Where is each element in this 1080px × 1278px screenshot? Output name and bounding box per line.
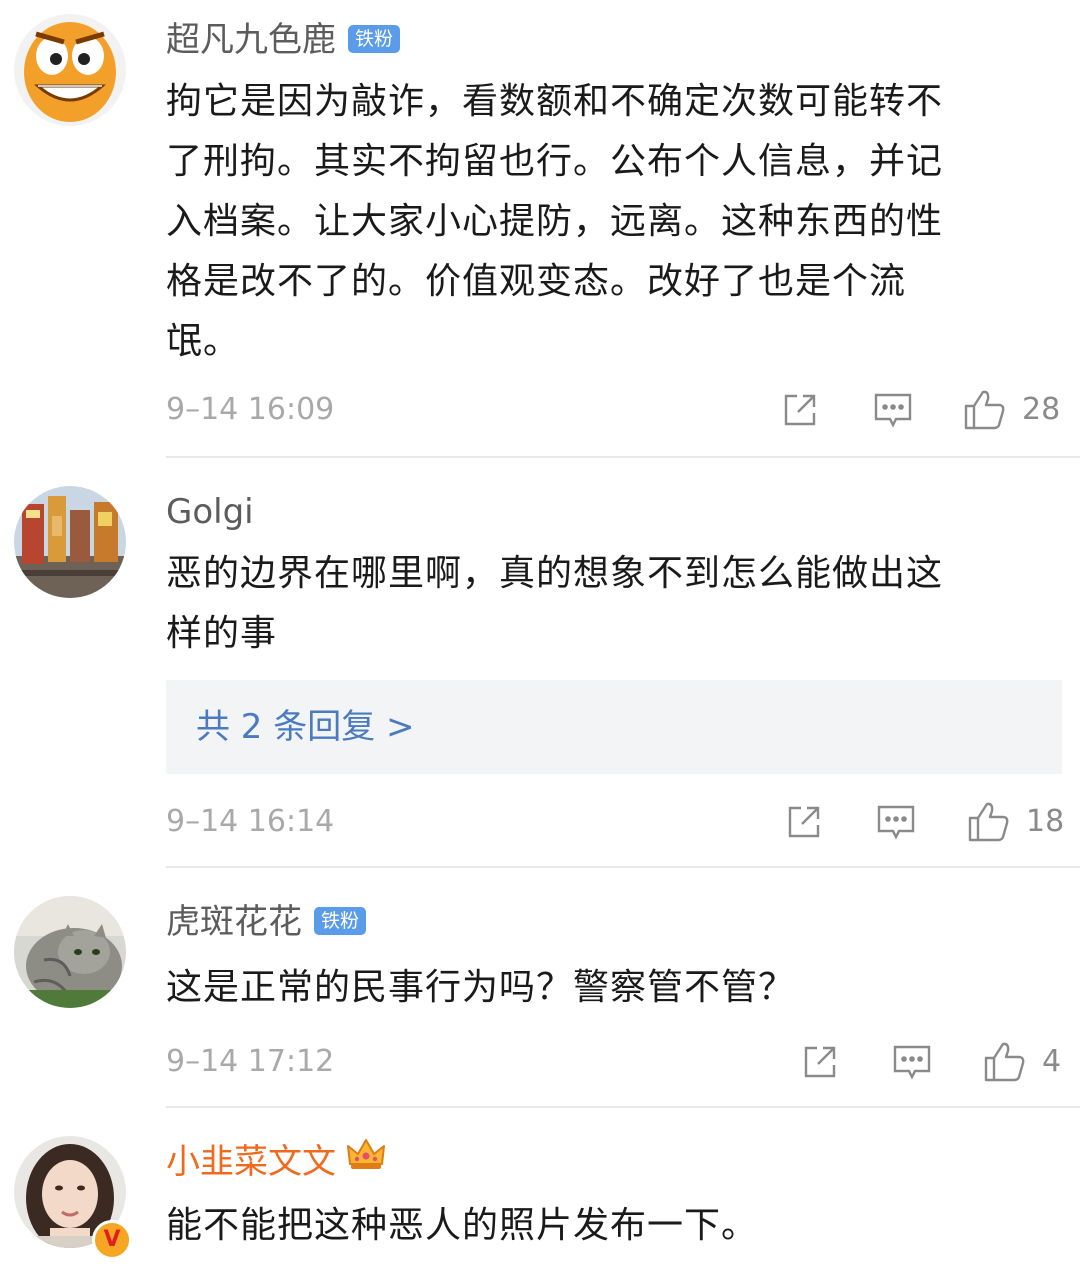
comment-line: 氓。 [166, 321, 241, 362]
thumbs-up-icon[interactable] [966, 800, 1012, 848]
comment-line: 这是正常的民事行为吗？警察管不管？ [166, 967, 796, 1008]
timestamp: 9–14 16:14 [166, 804, 335, 839]
username[interactable]: 超凡九色鹿 铁粉 [166, 18, 401, 62]
share-icon[interactable] [800, 1042, 840, 1086]
comment-line: 拘它是因为敲诈，看数额和不确定次数可能转不 [166, 81, 944, 122]
comment-item: 超凡九色鹿 铁粉 拘它是因为敲诈，看数额和不确定次数可能转不 了刑拘。其实不拘留也… [0, 0, 1080, 458]
username-text[interactable]: Golgi [166, 492, 254, 532]
avatar[interactable] [14, 14, 126, 126]
comment-text: 这是正常的民事行为吗？警察管不管？ [166, 958, 1046, 1018]
avatar[interactable] [14, 486, 126, 598]
fan-badge: 铁粉 [348, 24, 401, 53]
comment-line: 恶的边界在哪里啊，真的想象不到怎么能做出这 [166, 553, 944, 594]
comment-text: 能不能把这种恶人的照片发布一下。 [166, 1196, 1046, 1256]
like-count: 18 [1026, 804, 1065, 839]
username-text[interactable]: 小韭菜文文 [166, 1142, 336, 1182]
comment-item: 虎斑花花 铁粉 这是正常的民事行为吗？警察管不管？ 9–14 17:12 4 [0, 868, 1080, 1108]
comment-item: Golgi 恶的边界在哪里啊，真的想象不到怎么能做出这 样的事 共 2 条回复 … [0, 458, 1080, 868]
like-count: 4 [1042, 1044, 1062, 1079]
comment-icon[interactable] [891, 1042, 933, 1086]
comment-icon[interactable] [872, 390, 914, 434]
share-icon[interactable] [784, 802, 824, 846]
thumbs-up-icon[interactable] [962, 388, 1008, 436]
replies-link[interactable]: 共 2 条回复 > [166, 680, 1062, 774]
timestamp: 9–14 17:12 [166, 1044, 335, 1079]
like-count: 28 [1022, 392, 1061, 427]
comment-line: 格是改不了的。价值观变态。改好了也是个流 [166, 261, 907, 302]
username[interactable]: 小韭菜文文 [166, 1139, 386, 1187]
comment-item: V 小韭菜文文 能不能把这种恶人的照片发布一下。 [0, 1108, 1080, 1278]
comment-line: 样的事 [166, 613, 278, 654]
username-text[interactable]: 超凡九色鹿 [166, 20, 336, 60]
comment-icon[interactable] [875, 802, 917, 846]
comment-text: 拘它是因为敲诈，看数额和不确定次数可能转不 了刑拘。其实不拘留也行。公布个人信息… [166, 72, 1046, 372]
verified-badge-icon: V [92, 1220, 132, 1260]
share-icon[interactable] [780, 390, 820, 434]
comment-line: 能不能把这种恶人的照片发布一下。 [166, 1205, 759, 1246]
replies-label[interactable]: 共 2 条回复 > [196, 704, 415, 750]
username-text[interactable]: 虎斑花花 [166, 902, 302, 942]
comment-line: 了刑拘。其实不拘留也行。公布个人信息，并记 [166, 141, 944, 182]
fan-badge: 铁粉 [314, 906, 367, 935]
avatar[interactable] [14, 896, 126, 1008]
crown-icon [346, 1136, 386, 1183]
thumbs-up-icon[interactable] [982, 1040, 1028, 1088]
comment-text: 恶的边界在哪里啊，真的想象不到怎么能做出这 样的事 [166, 544, 1046, 664]
username[interactable]: 虎斑花花 铁粉 [166, 900, 367, 944]
username[interactable]: Golgi [166, 490, 254, 534]
comment-line: 入档案。让大家小心提防，远离。这种东西的性 [166, 201, 944, 242]
timestamp: 9–14 16:09 [166, 392, 335, 427]
